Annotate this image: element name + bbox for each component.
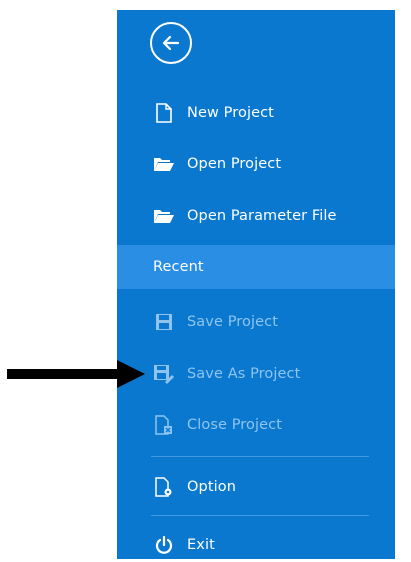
menu-item-open-parameter-file[interactable]: Open Parameter File bbox=[117, 199, 395, 233]
menu-item-save-as-project[interactable]: Save As Project bbox=[117, 357, 395, 391]
save-as-icon bbox=[153, 363, 175, 385]
open-folder-icon bbox=[153, 153, 175, 175]
new-document-icon bbox=[153, 102, 175, 124]
menu-divider bbox=[151, 515, 369, 516]
open-folder-icon bbox=[153, 205, 175, 227]
menu-item-label: Save As Project bbox=[187, 366, 301, 382]
power-icon bbox=[153, 534, 175, 556]
menu-item-save-project[interactable]: Save Project bbox=[117, 305, 395, 339]
menu-item-recent[interactable]: Recent bbox=[117, 245, 395, 289]
menu-item-open-project[interactable]: Open Project bbox=[117, 147, 395, 181]
close-document-icon bbox=[153, 414, 175, 436]
file-menu-panel: New Project Open Project Open Parameter … bbox=[117, 10, 395, 559]
back-button[interactable] bbox=[150, 22, 192, 64]
menu-item-label: Open Parameter File bbox=[187, 208, 337, 224]
back-arrow-icon bbox=[162, 35, 180, 51]
menu-item-label: Close Project bbox=[187, 417, 283, 433]
menu-item-new-project[interactable]: New Project bbox=[117, 96, 395, 130]
menu-item-option[interactable]: Option bbox=[117, 470, 395, 504]
menu-divider bbox=[151, 456, 369, 457]
menu-item-label: Exit bbox=[187, 537, 215, 553]
annotation-arrow bbox=[7, 360, 145, 388]
menu-item-label: Option bbox=[187, 479, 236, 495]
menu-item-label: Open Project bbox=[187, 156, 282, 172]
option-document-icon bbox=[153, 476, 175, 498]
menu-item-exit[interactable]: Exit bbox=[117, 528, 395, 562]
menu-item-label: Save Project bbox=[187, 314, 279, 330]
menu-item-label: New Project bbox=[187, 105, 274, 121]
save-icon bbox=[153, 311, 175, 333]
menu-item-label: Recent bbox=[153, 259, 204, 275]
menu-item-close-project[interactable]: Close Project bbox=[117, 408, 395, 442]
